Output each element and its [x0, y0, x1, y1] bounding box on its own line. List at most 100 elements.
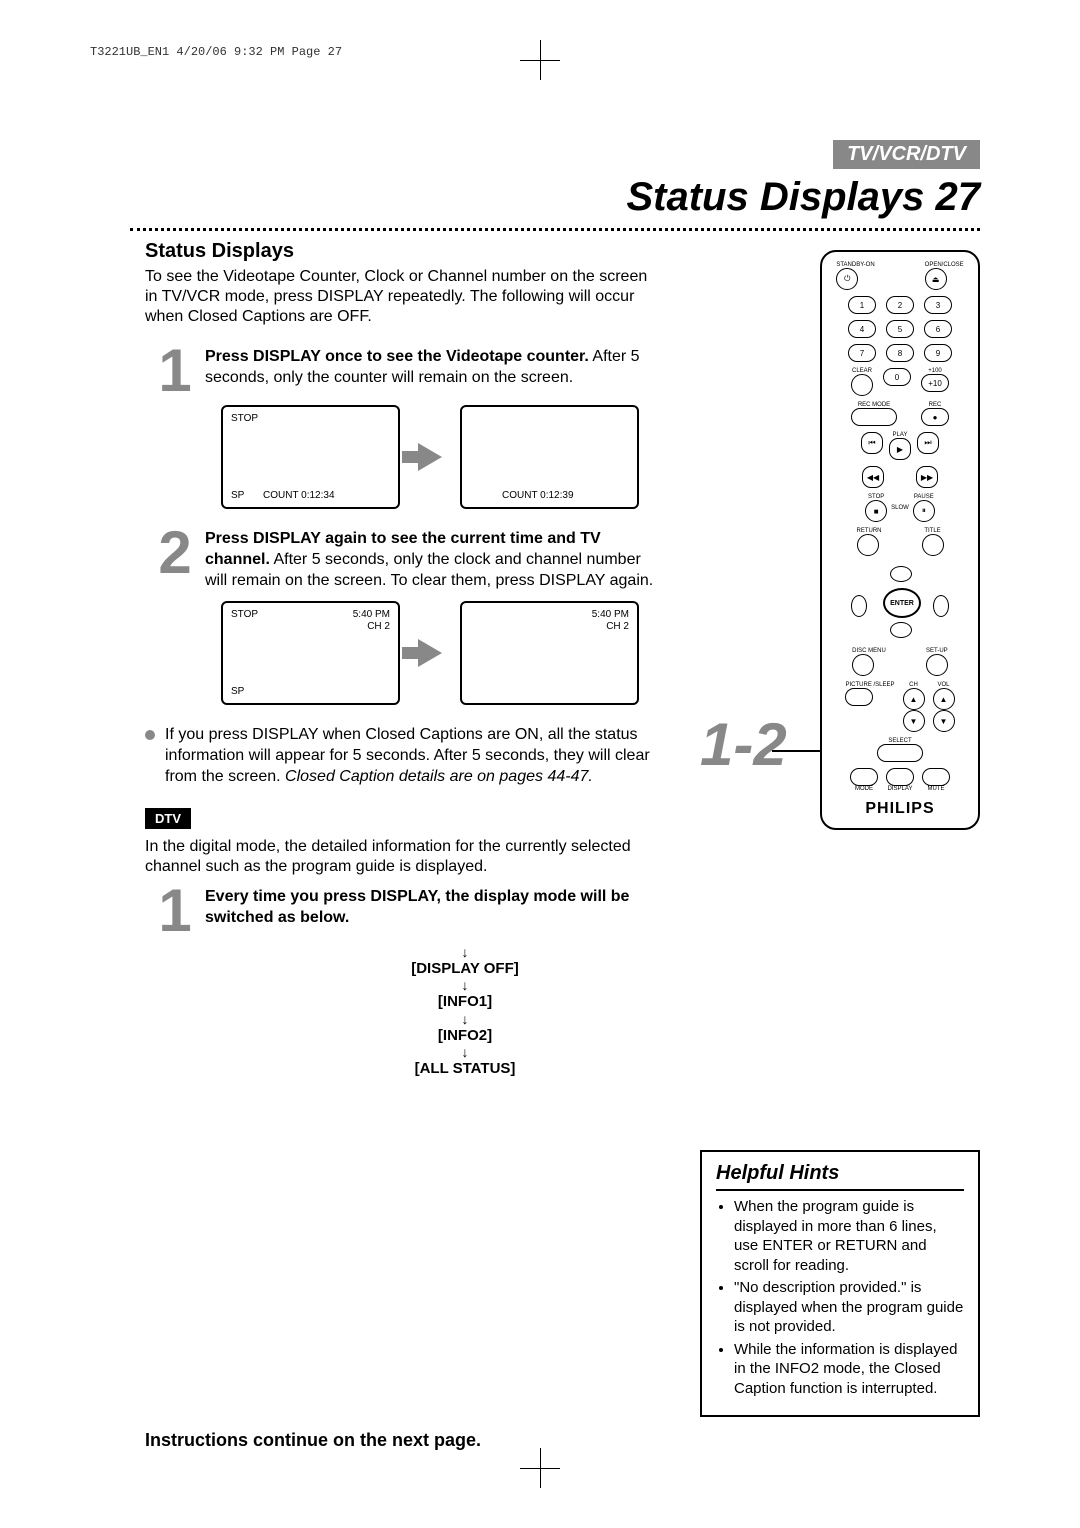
arrow-down-icon: ↓: [275, 1012, 655, 1026]
step-1: 1 Press DISPLAY once to see the Videotap…: [145, 347, 655, 395]
osd-1a-counter: COUNT 0:12:34: [263, 490, 335, 501]
disc-menu-button[interactable]: [852, 654, 874, 676]
num-6-button[interactable]: 6: [924, 320, 952, 338]
num-8-button[interactable]: 8: [886, 344, 914, 362]
ch-label: CH: [903, 682, 925, 688]
right-button[interactable]: [933, 595, 949, 617]
section-heading: Status Displays: [145, 240, 655, 263]
play-label: PLAY: [889, 432, 911, 438]
arrow-down-icon: ↓: [275, 945, 655, 959]
num-7-button[interactable]: 7: [848, 344, 876, 362]
clear-button[interactable]: [851, 374, 873, 396]
mute-label: MUTE: [922, 786, 950, 792]
display-button[interactable]: [886, 768, 914, 786]
osd-box-1a: STOP SP COUNT 0:12:34: [221, 405, 400, 509]
osd-1b-counter: COUNT 0:12:39: [502, 490, 574, 501]
dotted-rule: [130, 228, 980, 231]
hint-item: While the information is displayed in th…: [734, 1340, 964, 1399]
mode-button[interactable]: [850, 768, 878, 786]
osd-2a-status: STOP: [231, 609, 258, 620]
num-5-button[interactable]: 5: [886, 320, 914, 338]
discmenu-label: DISC MENU: [852, 648, 886, 654]
num-9-button[interactable]: 9: [924, 344, 952, 362]
osd-row-2: STOP 5:40 PM CH 2 SP 5:40 PM CH 2: [205, 601, 655, 705]
osd-2a-time: 5:40 PM: [353, 609, 390, 620]
slow-label: SLOW: [891, 505, 909, 511]
plus10-button[interactable]: +10: [921, 374, 949, 392]
mute-button[interactable]: [922, 768, 950, 786]
select-button[interactable]: [877, 744, 923, 762]
return-label: RETURN: [857, 528, 882, 534]
dtv-step-1-bold: Every time you press DISPLAY, the displa…: [205, 888, 629, 926]
num-4-button[interactable]: 4: [848, 320, 876, 338]
display-label: DISPLAY: [886, 786, 914, 792]
picture-sleep-button[interactable]: [845, 688, 873, 706]
enter-button[interactable]: ENTER: [883, 588, 921, 618]
standby-button[interactable]: ⏻: [836, 268, 858, 290]
vol-label: VOL: [933, 682, 955, 688]
picture-sleep-label: PICTURE /SLEEP: [845, 682, 894, 688]
stop-button[interactable]: ■: [865, 500, 887, 522]
arrow-icon: [418, 443, 442, 471]
down-button[interactable]: [890, 622, 912, 638]
osd-1a-status: STOP: [231, 413, 258, 424]
intro-paragraph: To see the Videotape Counter, Clock or C…: [145, 267, 655, 327]
crop-mark-top: [520, 40, 560, 80]
osd-2b-time-ch: 5:40 PM CH 2: [592, 609, 629, 633]
return-button[interactable]: [857, 534, 879, 556]
remote-illustration: 1-2 STANDBY-ON⏻ OPEN/CLOSE⏏ 123 456 789 …: [780, 250, 980, 830]
skip-prev-button[interactable]: ⏮: [861, 432, 883, 454]
setup-button[interactable]: [926, 654, 948, 676]
page-title: Status Displays 27: [626, 175, 980, 220]
arrow-down-icon: ↓: [275, 978, 655, 992]
vol-down-button[interactable]: ▼: [933, 710, 955, 732]
running-head: T3221UB_EN1 4/20/06 9:32 PM Page 27: [90, 45, 342, 59]
ch-down-button[interactable]: ▼: [903, 710, 925, 732]
dtv-intro: In the digital mode, the detailed inform…: [145, 837, 655, 877]
openclose-label: OPEN/CLOSE: [925, 262, 964, 268]
remote-body: STANDBY-ON⏻ OPEN/CLOSE⏏ 123 456 789 CLEA…: [820, 250, 980, 830]
title-button[interactable]: [922, 534, 944, 556]
osd-box-2b: 5:40 PM CH 2: [460, 601, 639, 705]
dtv-step-1: 1 Every time you press DISPLAY, the disp…: [145, 887, 655, 935]
osd-2a-time-ch: 5:40 PM CH 2: [353, 609, 390, 633]
vol-up-button[interactable]: ▲: [933, 688, 955, 710]
num-3-button[interactable]: 3: [924, 296, 952, 314]
step-2-number: 2: [145, 529, 205, 577]
osd-1a-speed: SP: [231, 490, 244, 501]
manual-page: T3221UB_EN1 4/20/06 9:32 PM Page 27 TV/V…: [0, 0, 1080, 1528]
recmode-button[interactable]: [851, 408, 897, 426]
rec-button[interactable]: ●: [921, 408, 949, 426]
step-1-text: Press DISPLAY once to see the Videotape …: [205, 347, 655, 389]
step-2-rest: After 5 seconds, only the clock and chan…: [205, 551, 653, 589]
standby-label: STANDBY-ON: [836, 262, 874, 268]
osd-2b-channel: CH 2: [606, 621, 629, 632]
hints-title: Helpful Hints: [716, 1162, 964, 1191]
mode-info2: [INFO2]: [275, 1026, 655, 1046]
step-1-number: 1: [145, 347, 205, 395]
num-0-button[interactable]: 0: [883, 368, 911, 386]
title-label: TITLE: [922, 528, 944, 534]
rewind-button[interactable]: ◀◀: [862, 466, 884, 488]
dtv-step-1-number: 1: [145, 887, 205, 935]
pause-button[interactable]: ⏸: [913, 500, 935, 522]
open-close-button[interactable]: ⏏: [925, 268, 947, 290]
direction-pad: ENTER: [845, 562, 955, 642]
display-mode-cycle: ↓ [DISPLAY OFF] ↓ [INFO1] ↓ [INFO2] ↓ [A…: [275, 945, 655, 1079]
setup-label: SET-UP: [926, 648, 948, 654]
up-button[interactable]: [890, 566, 912, 582]
ch-up-button[interactable]: ▲: [903, 688, 925, 710]
brand-logo: PHILIPS: [865, 800, 934, 818]
page-title-text: Status Displays: [626, 175, 924, 219]
left-button[interactable]: [851, 595, 867, 617]
fast-forward-button[interactable]: ▶▶: [916, 466, 938, 488]
play-button[interactable]: ▶: [889, 438, 911, 460]
dtv-badge: DTV: [145, 808, 191, 829]
num-2-button[interactable]: 2: [886, 296, 914, 314]
stop-label: STOP: [865, 494, 887, 500]
step-2: 2 Press DISPLAY again to see the current…: [145, 529, 655, 591]
skip-next-button[interactable]: ⏭: [917, 432, 939, 454]
mode-display-off: [DISPLAY OFF]: [275, 959, 655, 979]
arrow-icon: [418, 639, 442, 667]
num-1-button[interactable]: 1: [848, 296, 876, 314]
